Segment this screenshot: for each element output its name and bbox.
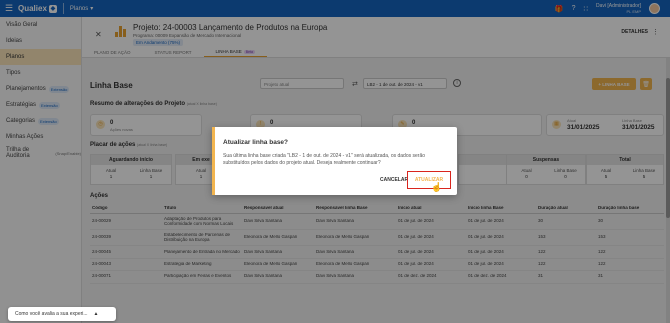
feedback-bar[interactable]: Como você avalia a sua experi... ▲ <box>8 307 116 321</box>
hand-cursor-icon: ☝ <box>431 182 443 192</box>
cancel-button[interactable]: CANCELAR <box>380 177 408 183</box>
dialog-accent <box>212 127 215 195</box>
chevron-up-icon[interactable]: ▲ <box>94 311 99 317</box>
dialog-title: Atualizar linha base? <box>223 139 289 146</box>
dialog-message: Sua última linha base criada "LB2 - 1 de… <box>223 153 426 166</box>
update-baseline-dialog: Atualizar linha base? Sua última linha b… <box>212 127 457 195</box>
update-button[interactable]: ATUALIZAR <box>407 171 451 189</box>
feedback-text: Como você avalia a sua experi... <box>15 311 88 317</box>
